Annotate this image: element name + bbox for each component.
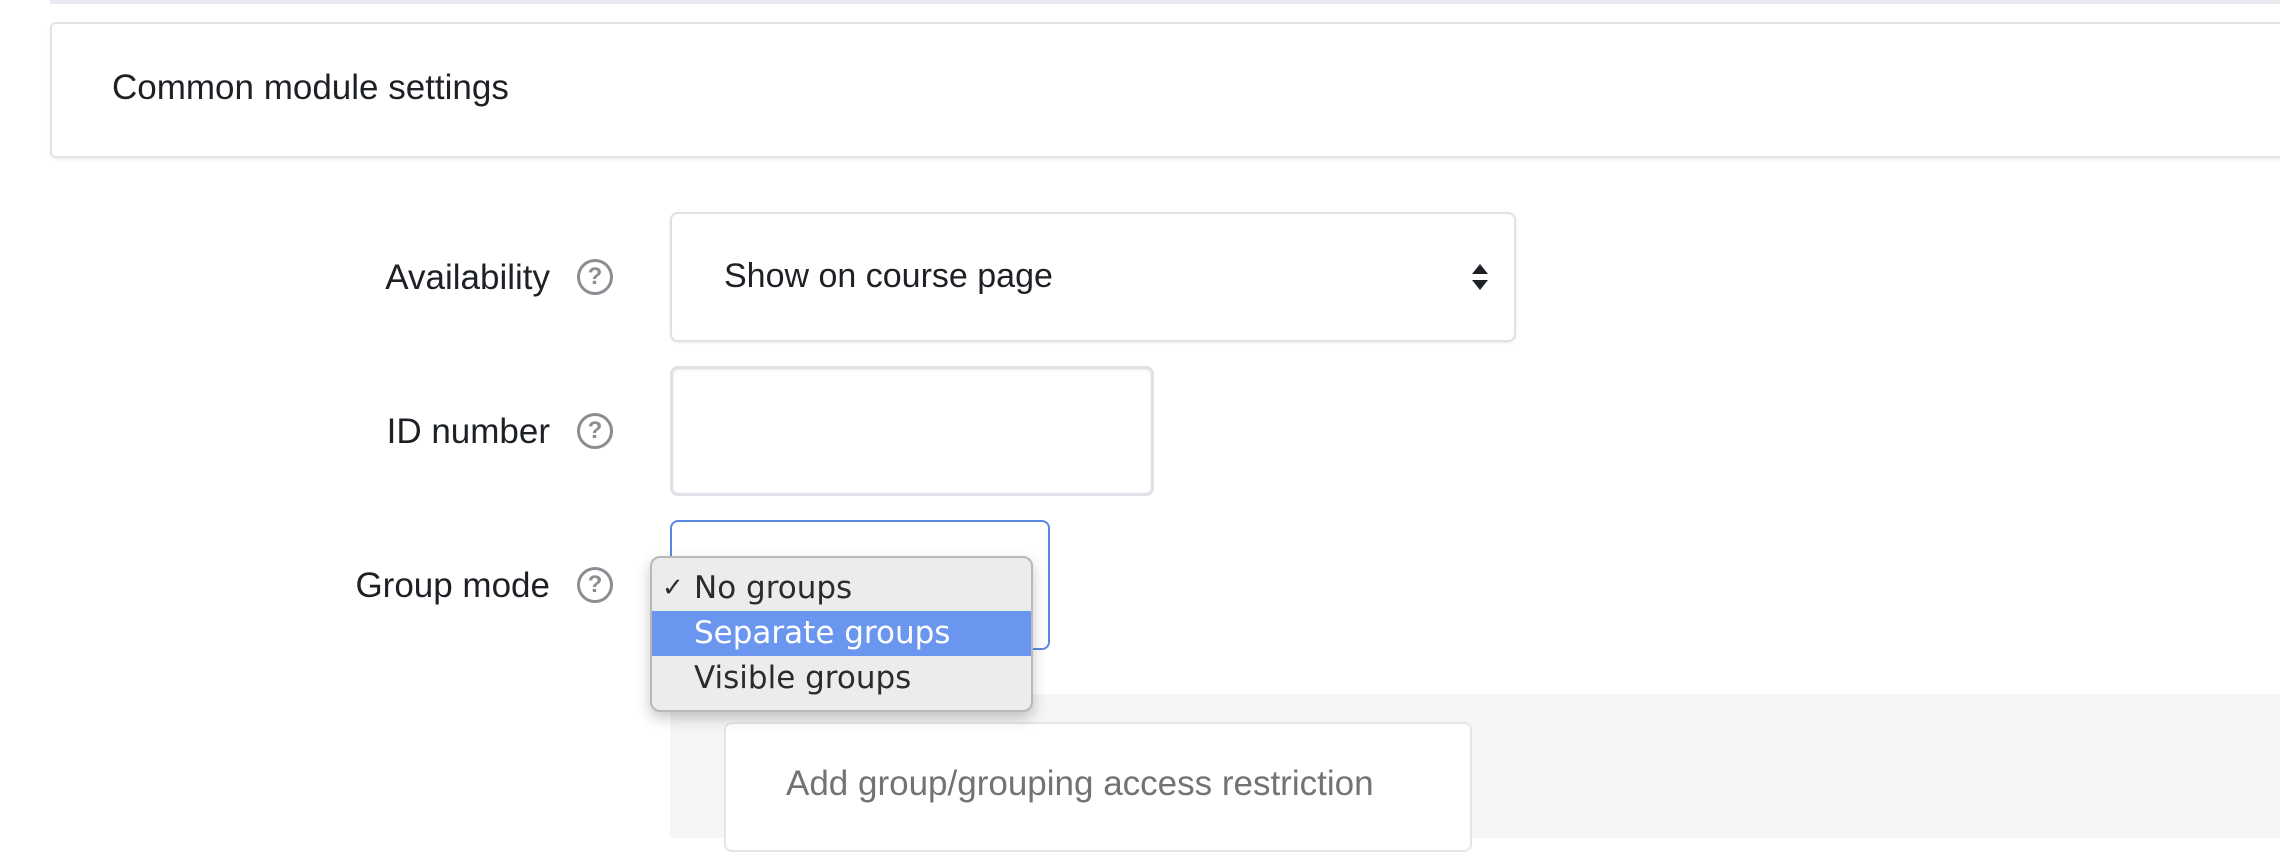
group-mode-dropdown-menu: ✓ No groups Separate groups Visible grou… [650,556,1033,712]
checkmark-icon: ✓ [662,573,684,603]
previous-section-edge [50,0,2280,4]
group-mode-option-no-groups[interactable]: ✓ No groups [652,566,1031,611]
section-title: Common module settings [112,68,509,107]
id-number-label: ID number [386,412,550,451]
option-label: Visible groups [694,660,912,696]
add-group-restriction-label: Add group/grouping access restriction [786,764,1374,803]
availability-help-icon[interactable]: ? [577,259,613,295]
section-header-common-module-settings[interactable]: Common module settings [50,22,2280,158]
group-mode-option-visible-groups[interactable]: Visible groups [652,656,1031,701]
option-label: Separate groups [694,615,951,651]
group-mode-label: Group mode [355,566,550,605]
add-group-restriction-button[interactable]: Add group/grouping access restriction [724,722,1472,852]
id-number-help-icon[interactable]: ? [577,413,613,449]
availability-select[interactable]: Show on course page [670,212,1516,342]
availability-select-value: Show on course page [724,257,1053,295]
group-mode-option-separate-groups[interactable]: Separate groups [652,611,1031,656]
group-mode-help-icon[interactable]: ? [577,567,613,603]
option-label: No groups [694,570,853,606]
availability-label: Availability [385,258,550,297]
id-number-input[interactable] [670,366,1154,496]
select-arrows-icon [1472,264,1488,290]
